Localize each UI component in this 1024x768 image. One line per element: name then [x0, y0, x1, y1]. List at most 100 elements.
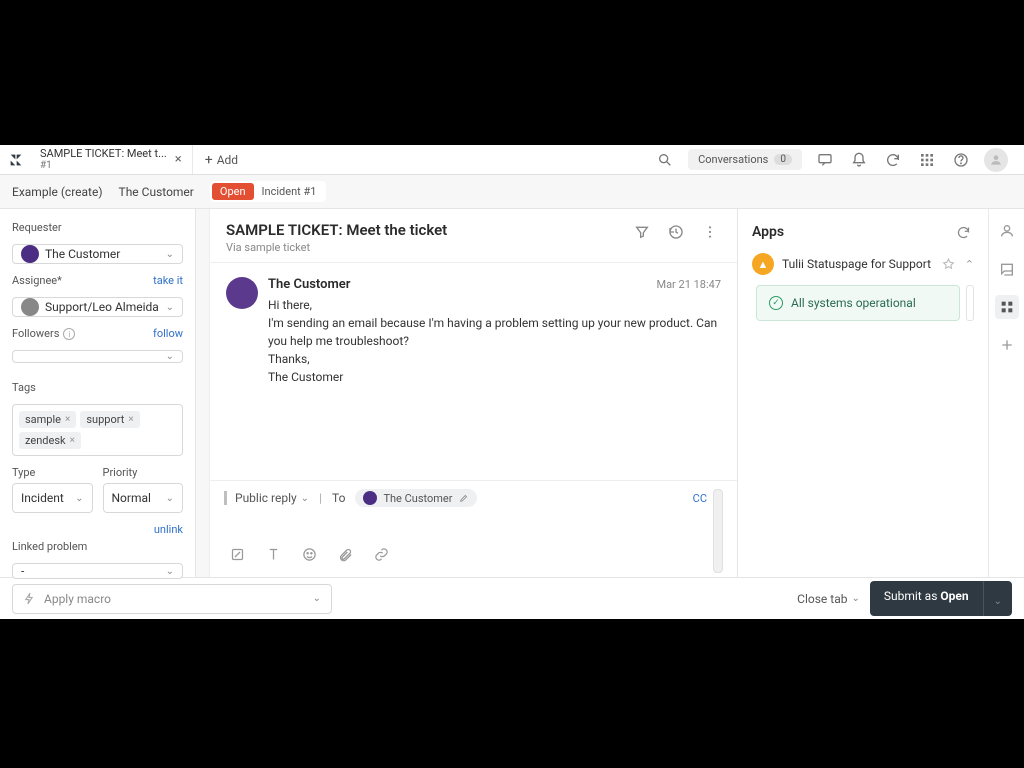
- follow-link[interactable]: follow: [153, 327, 183, 340]
- tag-zendesk[interactable]: zendesk×: [19, 432, 81, 449]
- rail-add-icon[interactable]: [995, 333, 1019, 357]
- avatar-icon: [363, 491, 377, 505]
- chevron-down-icon: ⌄: [75, 493, 83, 504]
- chevron-down-icon: ⌄: [166, 566, 174, 577]
- user-avatar[interactable]: [984, 148, 1008, 172]
- info-icon[interactable]: i: [63, 328, 75, 340]
- cc-button[interactable]: CC: [693, 492, 707, 505]
- remove-icon[interactable]: ×: [65, 414, 70, 425]
- reply-type-dropdown[interactable]: Public reply ⌄: [224, 491, 309, 505]
- refresh-apps-icon[interactable]: [952, 221, 974, 243]
- chevron-up-icon[interactable]: ⌃: [965, 258, 974, 271]
- chevron-down-icon: ⌄: [166, 302, 174, 313]
- scrollbar[interactable]: [966, 285, 974, 321]
- history-icon[interactable]: [665, 221, 687, 243]
- message-author: The Customer: [268, 277, 350, 292]
- assignee-label: Assignee*: [12, 274, 62, 287]
- icon-rail: [988, 209, 1024, 577]
- breadcrumb-example[interactable]: Example (create): [12, 185, 103, 199]
- chevron-down-icon: ⌄: [166, 249, 174, 260]
- conversation-area: The Customer Mar 21 18:47 Hi there, I'm …: [210, 263, 737, 480]
- chat-icon[interactable]: [814, 149, 836, 171]
- type-dropdown[interactable]: Incident ⌄: [12, 483, 93, 513]
- emoji-icon[interactable]: [298, 543, 320, 565]
- message-body: Hi there, I'm sending an email because I…: [268, 296, 721, 386]
- compose-icon[interactable]: [226, 543, 248, 565]
- help-icon[interactable]: [950, 149, 972, 171]
- link-icon[interactable]: [370, 543, 392, 565]
- avatar: [226, 277, 258, 309]
- unlink-link[interactable]: unlink: [154, 523, 183, 536]
- tags-input[interactable]: sample× support× zendesk×: [12, 404, 183, 456]
- assignee-dropdown[interactable]: Support/Leo Almeida ⌄: [12, 297, 183, 317]
- rail-user-icon[interactable]: [995, 219, 1019, 243]
- priority-value: Normal: [112, 491, 151, 505]
- apply-macro-dropdown[interactable]: Apply macro ⌄: [12, 584, 332, 614]
- close-tab-button[interactable]: Close tab ⌄: [797, 592, 860, 606]
- priority-label: Priority: [103, 466, 184, 479]
- tag-support[interactable]: support×: [80, 411, 139, 428]
- pin-icon[interactable]: [942, 258, 955, 271]
- attachment-icon[interactable]: [334, 543, 356, 565]
- ticket-title: SAMPLE TICKET: Meet the ticket: [226, 221, 447, 239]
- to-recipient-chip[interactable]: The Customer: [355, 489, 476, 507]
- followers-label: Followers: [12, 327, 59, 340]
- scrollbar[interactable]: [713, 489, 723, 573]
- conversations-label: Conversations: [698, 153, 768, 166]
- tag-sample[interactable]: sample×: [19, 411, 76, 428]
- ticket-via: Via sample ticket: [226, 241, 447, 254]
- linked-problem-label: Linked problem: [12, 540, 183, 553]
- conversations-count: 0: [774, 154, 792, 165]
- breadcrumb-customer[interactable]: The Customer: [119, 185, 194, 199]
- chevron-down-icon: ⌄: [166, 351, 174, 362]
- filter-icon[interactable]: [631, 221, 653, 243]
- resize-handle[interactable]: [196, 209, 210, 577]
- submit-dropdown[interactable]: ⌄: [983, 581, 1012, 616]
- type-value: Incident: [21, 491, 64, 505]
- take-it-link[interactable]: take it: [153, 274, 183, 287]
- chevron-down-icon: ⌄: [301, 493, 309, 504]
- bell-icon[interactable]: [848, 149, 870, 171]
- requester-label: Requester: [12, 221, 183, 234]
- more-icon[interactable]: [699, 221, 721, 243]
- plus-icon: +: [205, 152, 213, 168]
- left-sidebar: Requester The Customer ⌄ Assignee* take …: [0, 209, 196, 577]
- to-label: To: [332, 491, 345, 505]
- rail-chat-icon[interactable]: [995, 257, 1019, 281]
- refresh-icon[interactable]: [882, 149, 904, 171]
- tab-title: SAMPLE TICKET: Meet t...: [40, 147, 167, 160]
- secondary-bar: Example (create) The Customer Open Incid…: [0, 175, 1024, 209]
- add-tab-button[interactable]: + Add: [193, 152, 250, 168]
- requester-dropdown[interactable]: The Customer ⌄: [12, 244, 183, 264]
- linked-problem-dropdown[interactable]: - ⌄: [12, 563, 183, 579]
- check-icon: ✓: [769, 296, 783, 310]
- search-icon[interactable]: [654, 149, 676, 171]
- remove-icon[interactable]: ×: [70, 435, 75, 446]
- conversations-button[interactable]: Conversations 0: [688, 149, 802, 170]
- reply-panel: Public reply ⌄ | To The Customer: [210, 480, 737, 577]
- tabs-bar: SAMPLE TICKET: Meet t... #1 × + Add Conv…: [0, 145, 1024, 175]
- close-icon[interactable]: ×: [175, 152, 182, 167]
- brand-icon: [8, 152, 24, 168]
- incident-id: Incident #1: [254, 185, 325, 198]
- priority-dropdown[interactable]: Normal ⌄: [103, 483, 184, 513]
- apps-grid-icon[interactable]: [916, 149, 938, 171]
- status-badge: Open: [212, 183, 254, 200]
- chevron-down-icon: ⌄: [166, 493, 174, 504]
- linked-problem-value: -: [21, 564, 24, 578]
- text-format-icon[interactable]: [262, 543, 284, 565]
- status-pill[interactable]: Open Incident #1: [210, 181, 327, 202]
- type-label: Type: [12, 466, 93, 479]
- chevron-down-icon: ⌄: [313, 593, 321, 604]
- rail-apps-icon[interactable]: [995, 295, 1019, 319]
- add-tab-label: Add: [217, 153, 238, 167]
- app-integration-name: Tulii Statuspage for Support: [782, 257, 931, 271]
- lightning-icon: [23, 592, 36, 605]
- followers-dropdown[interactable]: ⌄: [12, 350, 183, 363]
- requester-value: The Customer: [45, 247, 120, 261]
- assignee-value: Support/Leo Almeida: [45, 300, 159, 314]
- active-tab[interactable]: SAMPLE TICKET: Meet t... #1 ×: [30, 145, 193, 174]
- submit-button[interactable]: Submit as Open: [870, 581, 983, 616]
- remove-icon[interactable]: ×: [128, 414, 133, 425]
- app-integration-row[interactable]: ▲ Tulii Statuspage for Support ⌃: [752, 253, 974, 275]
